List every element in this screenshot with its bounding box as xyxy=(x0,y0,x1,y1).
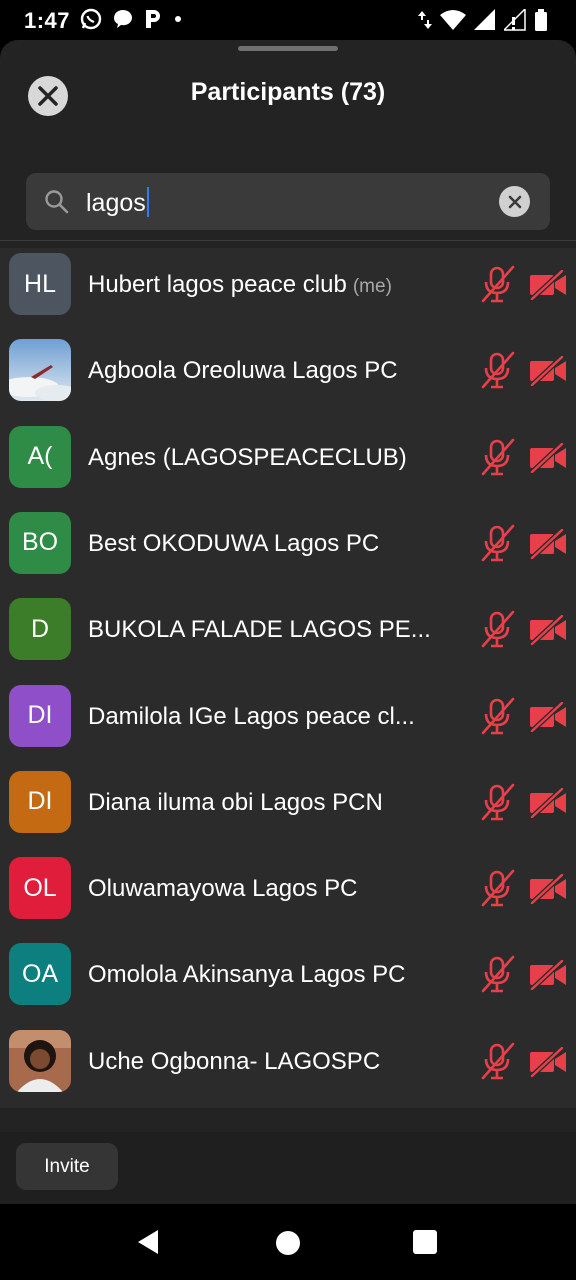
status-time: 1:47 xyxy=(24,8,71,33)
participant-row[interactable]: BO Best OKODUWA Lagos PC xyxy=(0,507,576,593)
participant-name: Damilola IGe Lagos peace cl... xyxy=(88,702,415,732)
participant-name: BUKOLA FALADE LAGOS PE... xyxy=(88,615,431,645)
home-button[interactable] xyxy=(276,1231,300,1255)
text-caret xyxy=(146,187,149,217)
mic-off-icon[interactable] xyxy=(479,437,515,477)
participant-name: Uche Ogbonna- LAGOSPC xyxy=(88,1047,380,1077)
avatar: DI xyxy=(9,770,71,833)
participant-name-text: Hubert lagos peace club xyxy=(88,271,347,298)
avatar: HL xyxy=(9,253,71,315)
search-input[interactable]: lagos xyxy=(26,173,550,230)
video-off-icon[interactable] xyxy=(528,1046,568,1077)
avatar: A( xyxy=(9,425,71,488)
participant-name: Hubert lagos peace club (me) xyxy=(88,270,392,302)
participant-row[interactable]: OL Oluwamayowa Lagos PC xyxy=(0,852,576,938)
mic-off-icon[interactable] xyxy=(479,954,515,994)
sheet-drag-handle[interactable] xyxy=(238,46,338,51)
participant-name-text: Agboola Oreoluwa Lagos PC xyxy=(88,357,398,385)
participant-name: Oluwamayowa Lagos PC xyxy=(88,874,357,904)
divider xyxy=(0,240,576,241)
back-icon[interactable] xyxy=(136,1229,160,1255)
mic-off-icon[interactable] xyxy=(479,1041,515,1081)
close-button[interactable] xyxy=(28,76,68,116)
video-off-icon[interactable] xyxy=(528,356,568,387)
participant-name-text: Omolola Akinsanya Lagos PC xyxy=(88,961,406,989)
avatar-photo xyxy=(9,1029,71,1092)
participant-row[interactable]: A( Agnes (LAGOSPEACECLUB) xyxy=(0,421,576,507)
dot-icon xyxy=(175,16,181,22)
participant-name-text: Diana iluma obi Lagos PCN xyxy=(88,788,383,816)
avatar: OA xyxy=(9,943,71,1006)
video-off-icon[interactable] xyxy=(528,701,568,732)
clear-search-button[interactable] xyxy=(499,186,530,217)
whatsapp-icon xyxy=(80,8,102,30)
status-bar: 1:47 xyxy=(0,0,576,40)
avatar: BO xyxy=(9,511,71,574)
participant-name: Agboola Oreoluwa Lagos PC xyxy=(88,356,398,386)
participant-row[interactable]: Uche Ogbonna- LAGOSPC xyxy=(0,1025,576,1111)
video-off-icon[interactable] xyxy=(528,960,568,991)
participant-name-text: Best OKODUWA Lagos PC xyxy=(88,529,380,557)
wifi-icon xyxy=(440,10,466,30)
clear-icon xyxy=(508,195,521,208)
data-arrows-icon xyxy=(418,11,432,29)
participant-name: Best OKODUWA Lagos PC xyxy=(88,529,379,559)
video-off-icon[interactable] xyxy=(528,528,568,559)
participants-sheet: Participants (73) lagos HL Hubert lagos p… xyxy=(0,40,576,1132)
system-navigation-bar xyxy=(0,1204,576,1280)
mic-off-icon[interactable] xyxy=(479,264,515,304)
mic-off-icon[interactable] xyxy=(479,523,515,563)
avatar: D xyxy=(9,598,71,661)
mic-off-icon[interactable] xyxy=(479,782,515,822)
participant-name-text: Oluwamayowa Lagos PC xyxy=(88,875,358,903)
mic-off-icon[interactable] xyxy=(479,696,515,736)
video-off-icon[interactable] xyxy=(528,787,568,818)
participant-name-text: BUKOLA FALADE LAGOS PE... xyxy=(88,616,431,644)
close-icon xyxy=(38,86,58,106)
page-title: Participants (73) xyxy=(190,78,386,106)
bottom-action-bar: Invite xyxy=(0,1132,576,1204)
signal-icon xyxy=(474,9,495,30)
participant-name: Diana iluma obi Lagos PCN xyxy=(88,788,383,818)
battery-icon xyxy=(535,9,547,31)
mic-off-icon[interactable] xyxy=(479,609,515,649)
video-off-icon[interactable] xyxy=(528,270,568,300)
participant-name: Agnes (LAGOSPEACECLUB) xyxy=(88,443,407,473)
signal-alert-icon xyxy=(504,9,526,31)
avatar: OL xyxy=(9,857,71,920)
parking-p-icon xyxy=(146,10,160,28)
mic-off-icon[interactable] xyxy=(479,350,515,390)
participant-row[interactable]: D BUKOLA FALADE LAGOS PE... xyxy=(0,593,576,679)
participant-row[interactable]: DI Diana iluma obi Lagos PCN xyxy=(0,766,576,852)
search-value: lagos xyxy=(86,189,146,217)
avatar: DI xyxy=(9,684,71,747)
me-tag: (me) xyxy=(352,276,392,297)
participant-name-text: Damilola IGe Lagos peace cl... xyxy=(88,702,415,730)
avatar-photo xyxy=(9,339,71,402)
participant-row[interactable]: HL Hubert lagos peace club (me) xyxy=(0,248,576,334)
video-off-icon[interactable] xyxy=(528,615,568,646)
participant-name: Omolola Akinsanya Lagos PC xyxy=(88,960,406,990)
status-notification-icons xyxy=(80,8,184,30)
participant-name-text: Agnes (LAGOSPEACECLUB) xyxy=(88,443,407,471)
participant-list[interactable]: HL Hubert lagos peace club (me) Agboola Ore… xyxy=(0,248,576,1108)
participant-name-text: Uche Ogbonna- LAGOSPC xyxy=(88,1047,381,1075)
participant-row[interactable]: Agboola Oreoluwa Lagos PC xyxy=(0,334,576,420)
chat-bubble-icon xyxy=(114,10,132,28)
status-system-icons xyxy=(418,9,548,31)
video-off-icon[interactable] xyxy=(528,874,568,905)
search-icon xyxy=(45,190,69,214)
invite-button[interactable]: Invite xyxy=(16,1143,118,1190)
search-field[interactable]: lagos xyxy=(86,187,149,218)
recent-apps-button[interactable] xyxy=(413,1230,437,1254)
video-off-icon[interactable] xyxy=(528,442,568,473)
mic-off-icon[interactable] xyxy=(479,868,515,908)
participant-row[interactable]: OA Omolola Akinsanya Lagos PC xyxy=(0,938,576,1024)
participant-row[interactable]: DI Damilola IGe Lagos peace cl... xyxy=(0,680,576,766)
